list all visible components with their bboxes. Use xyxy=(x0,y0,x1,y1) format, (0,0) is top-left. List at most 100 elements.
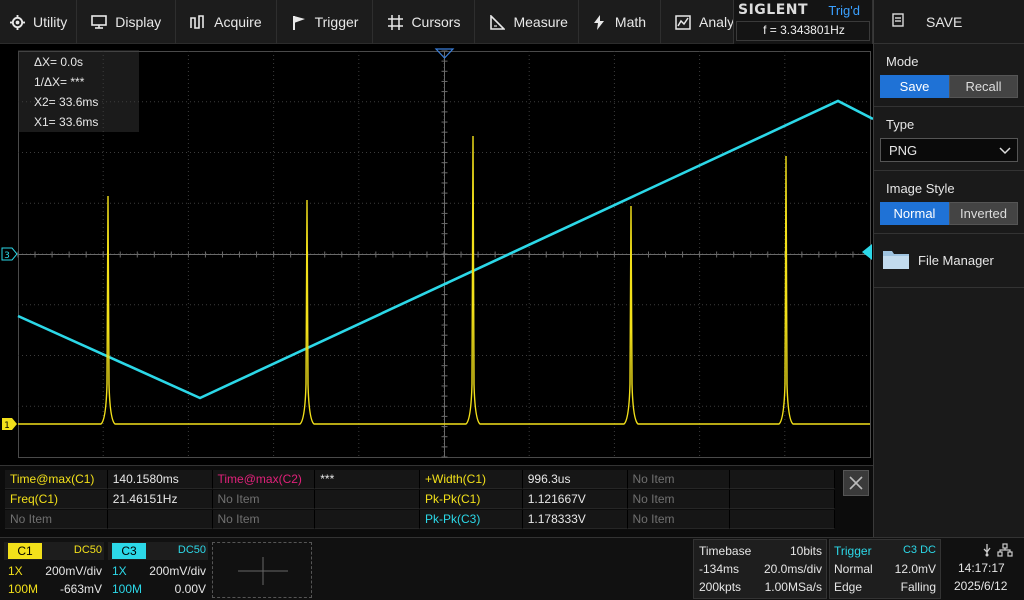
measurement-value: 140.1580ms xyxy=(107,470,213,489)
image-style-inverted-option[interactable]: Inverted xyxy=(949,202,1018,225)
c1-offset: -663mV xyxy=(59,582,102,596)
c3-channel-box[interactable]: C3 DC50 1X 200mV/div 100M 0.00V xyxy=(108,542,208,598)
trigger-mode: Normal xyxy=(834,562,873,576)
timebase-box[interactable]: Timebase 10bits -134ms 20.0ms/div 200kpt… xyxy=(693,539,827,599)
mode-recall-option[interactable]: Recall xyxy=(949,75,1018,98)
lightning-icon xyxy=(591,14,607,30)
trigger-slope: Falling xyxy=(900,580,936,594)
waveform-display[interactable]: 3 1 ΔX= 0.0s 1/ΔX= *** X2= 33.6ms X1= 33… xyxy=(0,44,873,465)
status-bar: C1 DC50 1X 200mV/div 100M -663mV C3 DC50… xyxy=(0,537,1024,600)
timebase-delay: -134ms xyxy=(699,562,740,576)
side-panel-title: SAVE xyxy=(926,13,963,30)
measurement-label[interactable]: Pk-Pk(C3) xyxy=(420,510,523,529)
image-style-normal-option[interactable]: Normal xyxy=(880,202,949,225)
network-icon xyxy=(997,543,1013,560)
timebase-label: Timebase xyxy=(699,544,752,558)
timebase-scale: 20.0ms/div xyxy=(763,562,822,576)
c1-coupling: DC50 xyxy=(73,544,102,556)
menu-trigger[interactable]: Trigger xyxy=(277,0,374,44)
measurement-value xyxy=(107,510,213,529)
menu-display-label: Display xyxy=(115,14,162,30)
menu-math[interactable]: Math xyxy=(579,0,662,44)
trigger-box[interactable]: Trigger C3 DC Normal 12.0mV Edge Falling xyxy=(829,539,941,599)
ruler-icon xyxy=(489,14,505,30)
type-select-value: PNG xyxy=(889,142,918,158)
measurement-label[interactable]: No Item xyxy=(212,490,316,509)
clock-date: 2025/6/12 xyxy=(954,579,1008,593)
measurement-value xyxy=(315,490,420,509)
timebase-bits: 10bits xyxy=(789,544,822,558)
c3-offset: 0.00V xyxy=(174,582,206,596)
c3-channel-tag: C3 xyxy=(112,543,146,559)
measurement-label[interactable]: No Item xyxy=(212,510,316,529)
c3-offset-marker[interactable]: 3 xyxy=(1,247,18,261)
measurement-label[interactable]: No Item xyxy=(5,510,108,529)
measurement-label[interactable]: +Width(C1) xyxy=(420,470,523,489)
analysis-icon xyxy=(675,14,691,30)
menu-acquire-label: Acquire xyxy=(214,14,262,30)
c1-bandwidth: 100M xyxy=(8,582,39,596)
save-disk-icon xyxy=(892,13,904,30)
c1-offset-marker[interactable]: 1 xyxy=(2,418,17,431)
timebase-sample-rate: 1.00MSa/s xyxy=(764,580,822,594)
c1-channel-tag: C1 xyxy=(8,543,42,559)
monitor-icon xyxy=(91,14,108,30)
measurement-label[interactable]: Time@max(C2) xyxy=(212,470,316,489)
cursor-inverse-delta-x: 1/ΔX= *** xyxy=(34,75,85,89)
frequency-readout: f = 3.343801Hz xyxy=(763,23,845,37)
trigger-status: Trig'd xyxy=(828,3,860,18)
usb-icon xyxy=(982,543,992,560)
type-select[interactable]: PNG xyxy=(880,138,1018,162)
c1-probe: 1X xyxy=(8,564,23,578)
menu-measure[interactable]: Measure xyxy=(475,0,579,44)
measurement-label[interactable]: No Item xyxy=(627,470,731,489)
measurement-value xyxy=(730,510,835,529)
c1-channel-box[interactable]: C1 DC50 1X 200mV/div 100M -663mV xyxy=(4,542,104,598)
cursor-x2: X2= 33.6ms xyxy=(34,95,99,109)
folder-icon xyxy=(882,248,910,273)
menu-bar: Utility Display Acquire Trigger Cursors … xyxy=(0,0,751,44)
measurement-row: Freq(C1) 21.46151Hz No Item Pk-Pk(C1) 1.… xyxy=(5,490,835,510)
acquire-icon xyxy=(190,14,206,30)
c1-scale: 200mV/div xyxy=(45,564,102,578)
trigger-type: Edge xyxy=(834,580,863,594)
gear-icon xyxy=(9,14,25,30)
crosshair-icon xyxy=(387,14,403,30)
trigger-source: C3 DC xyxy=(902,544,936,556)
close-icon[interactable] xyxy=(843,470,869,496)
c3-bandwidth: 100M xyxy=(112,582,143,596)
measurement-value: 996.3us xyxy=(522,470,628,489)
measurement-label[interactable]: Freq(C1) xyxy=(5,490,108,509)
measurement-value: 21.46151Hz xyxy=(107,490,213,509)
c3-scale: 200mV/div xyxy=(149,564,206,578)
menu-math-label: Math xyxy=(614,14,647,30)
measurement-label[interactable]: No Item xyxy=(627,510,731,529)
mode-toggle: Save Recall xyxy=(880,75,1018,98)
menu-utility[interactable]: Utility xyxy=(0,0,78,44)
menu-acquire[interactable]: Acquire xyxy=(176,0,277,44)
measurement-row: Time@max(C1) 140.1580ms Time@max(C2) ***… xyxy=(5,470,835,490)
menu-cursors[interactable]: Cursors xyxy=(373,0,476,44)
file-manager-button[interactable]: File Manager xyxy=(874,234,1024,288)
clock-area: 14:17:17 2025/6/12 xyxy=(944,539,1024,599)
c3-waveform xyxy=(17,99,873,400)
measurement-value: *** xyxy=(315,470,420,489)
measurement-value xyxy=(730,490,835,509)
brand-area: SIGLENT Trig'd f = 3.343801Hz xyxy=(733,0,873,44)
image-style-section: Image Style Normal Inverted xyxy=(874,171,1024,234)
cursor-delta-x: ΔX= 0.0s xyxy=(34,55,84,69)
measurement-label[interactable]: No Item xyxy=(627,490,731,509)
chevron-down-icon xyxy=(999,143,1011,158)
measurement-label[interactable]: Pk-Pk(C1) xyxy=(420,490,523,509)
mode-label: Mode xyxy=(886,54,919,69)
measurement-value xyxy=(315,510,420,529)
measurement-label[interactable]: Time@max(C1) xyxy=(5,470,108,489)
c3-coupling: DC50 xyxy=(177,544,206,556)
mode-save-option[interactable]: Save xyxy=(880,75,949,98)
menu-display[interactable]: Display xyxy=(77,0,177,44)
type-section: Type PNG xyxy=(874,107,1024,171)
menu-trigger-label: Trigger xyxy=(314,14,359,30)
add-channel-button[interactable] xyxy=(212,542,312,598)
trigger-level-marker[interactable] xyxy=(862,244,872,260)
file-manager-label: File Manager xyxy=(918,253,994,268)
